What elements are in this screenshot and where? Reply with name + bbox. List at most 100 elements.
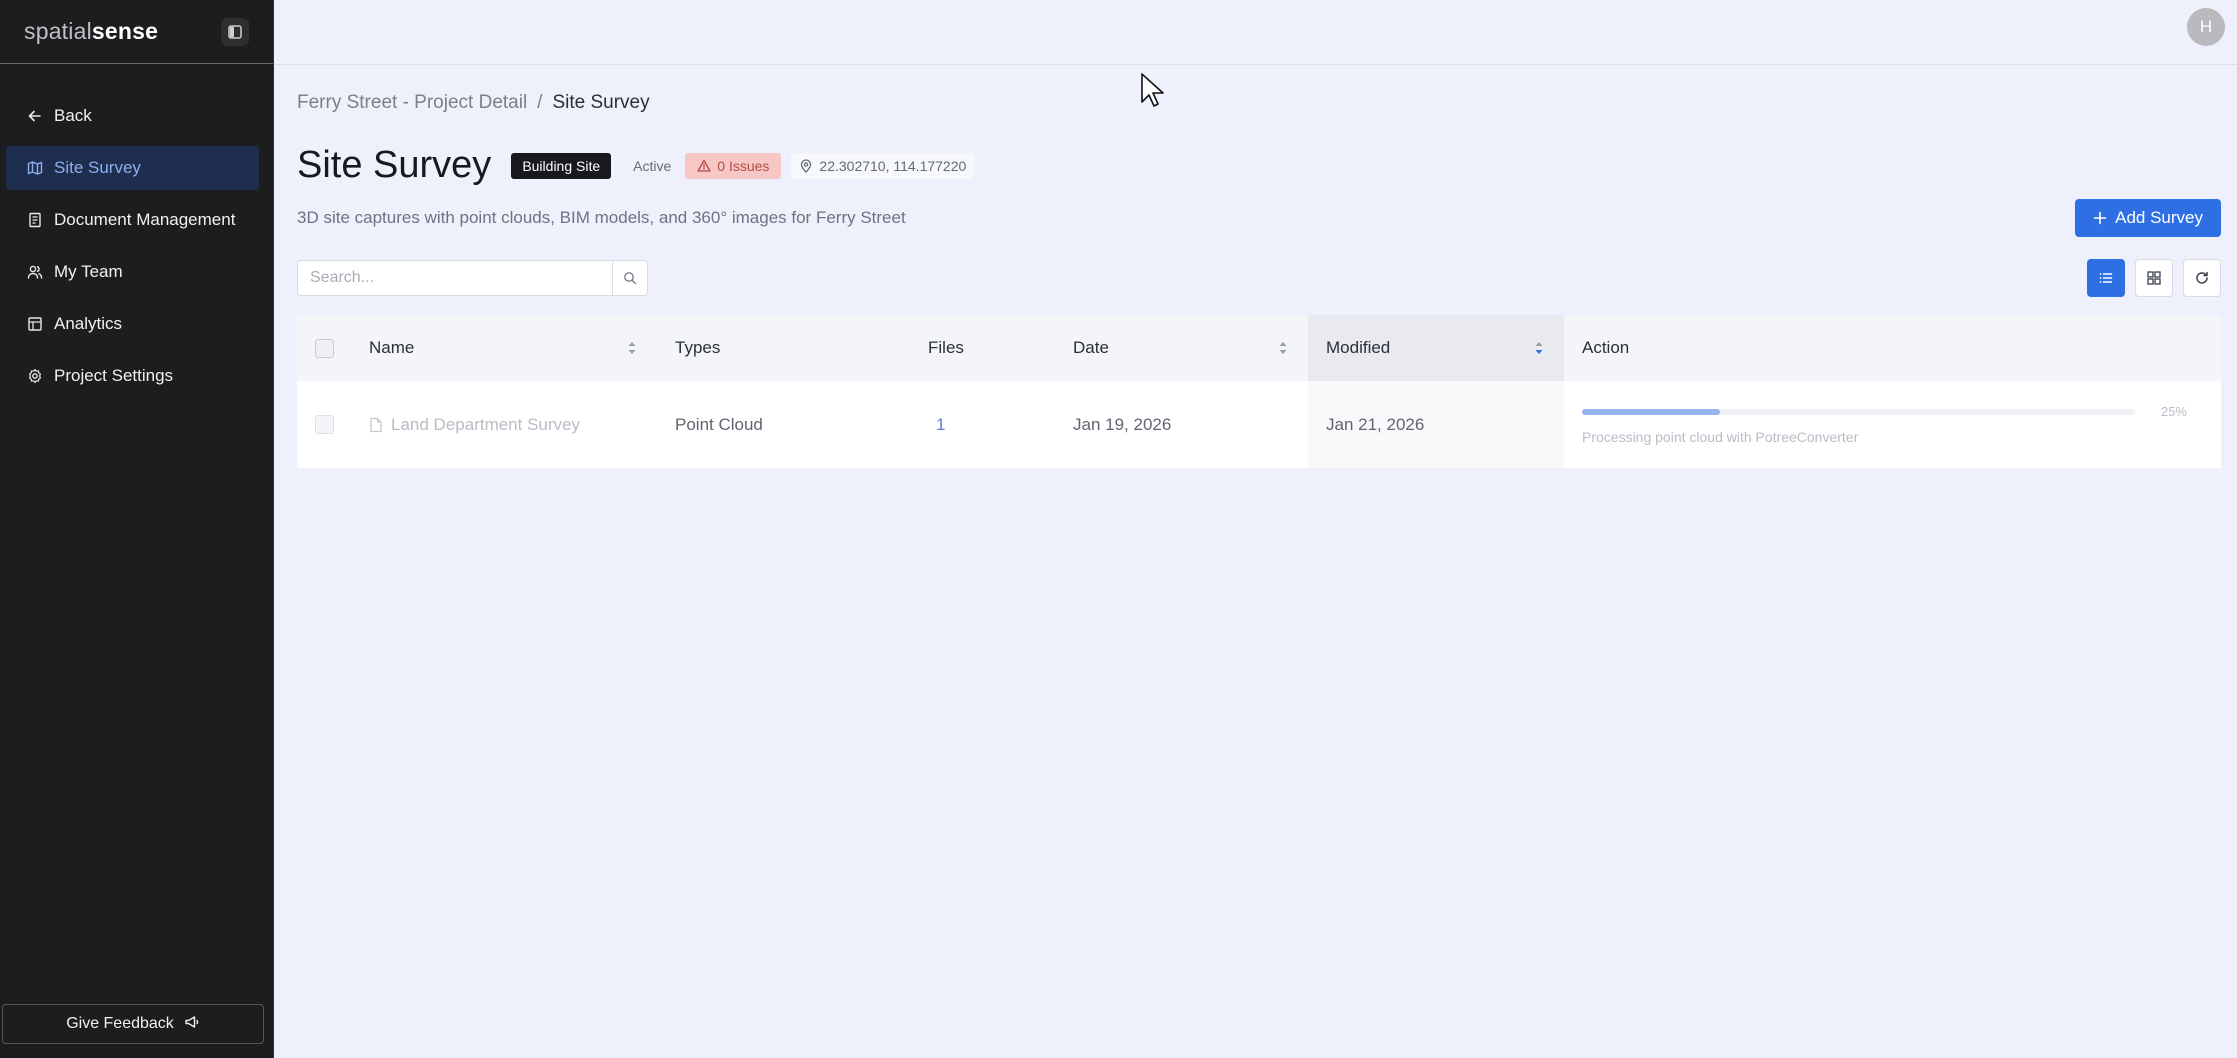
sidebar-item-document-management[interactable]: Document Management xyxy=(6,198,259,242)
sidebar-item-label: Analytics xyxy=(54,314,123,333)
search-input[interactable] xyxy=(297,260,612,296)
survey-date: Jan 19, 2026 xyxy=(1073,414,1172,434)
survey-type: Point Cloud xyxy=(675,414,763,434)
status-badge: Active xyxy=(633,157,672,174)
sort-desc-icon xyxy=(1534,340,1544,356)
sidebar-item-label: My Team xyxy=(54,262,123,281)
refresh-icon xyxy=(2196,271,2208,284)
table-header: Name Types Files Date Modified Action xyxy=(297,315,2221,381)
feedback-label: Give Feedback xyxy=(66,1015,174,1032)
progress-percent: 25% xyxy=(2160,404,2187,419)
survey-name[interactable]: Land Department Survey xyxy=(391,415,580,435)
processing-status: 25% Processing point cloud with PotreeCo… xyxy=(1582,404,2221,445)
modified-date: Jan 21, 2026 xyxy=(1326,414,1425,434)
sidebar-item-my-team[interactable]: My Team xyxy=(6,250,259,294)
page-title: Site Survey xyxy=(297,144,492,186)
title-row: Site Survey Building Site Active 0 Issue… xyxy=(297,144,2221,187)
column-header-files: Files xyxy=(910,315,1055,381)
modified-cell: Jan 21, 2026 xyxy=(1308,381,1564,468)
megaphone-icon xyxy=(184,1014,200,1035)
sidebar-collapse-button[interactable] xyxy=(221,17,249,46)
sidebar: spatialsense Back Site Survey Document M… xyxy=(0,0,274,1058)
analytics-icon xyxy=(26,315,44,333)
list-view-button[interactable] xyxy=(2087,259,2125,297)
progress-bar xyxy=(1582,408,2135,415)
search-icon xyxy=(624,272,637,285)
refresh-button[interactable] xyxy=(2183,259,2221,297)
column-header-name[interactable]: Name xyxy=(352,315,657,381)
breadcrumb-separator: / xyxy=(537,92,543,113)
main-content: Ferry Street - Project Detail / Site Sur… xyxy=(297,64,2221,468)
sidebar-item-analytics[interactable]: Analytics xyxy=(6,302,259,346)
view-toggle-group xyxy=(2087,259,2221,297)
sidebar-toggle-icon xyxy=(228,24,242,39)
file-icon xyxy=(370,417,382,432)
gear-icon xyxy=(26,367,44,385)
column-label: Modified xyxy=(1326,338,1391,357)
site-type-tag: Building Site xyxy=(511,152,612,179)
issues-count: 0 Issues xyxy=(717,157,770,174)
column-header-modified[interactable]: Modified xyxy=(1308,315,1564,381)
date-cell: Jan 19, 2026 xyxy=(1055,381,1308,468)
logo-bold-text: sense xyxy=(91,18,159,44)
map-icon xyxy=(26,159,44,177)
sidebar-item-label: Document Management xyxy=(54,210,236,229)
grid-view-button[interactable] xyxy=(2135,259,2173,297)
progress-row: 25% xyxy=(1582,404,2187,419)
sort-icon xyxy=(627,340,637,356)
top-bar: H xyxy=(274,0,2237,65)
types-cell: Point Cloud xyxy=(657,381,910,468)
sidebar-nav: Back Site Survey Document Management My … xyxy=(0,64,273,398)
issues-badge[interactable]: 0 Issues xyxy=(685,152,782,179)
brand-header: spatialsense xyxy=(0,0,273,64)
row-checkbox[interactable] xyxy=(315,415,334,434)
page-subtitle: 3D site captures with point clouds, BIM … xyxy=(297,208,906,227)
column-label: Files xyxy=(928,338,964,357)
action-cell: 25% Processing point cloud with PotreeCo… xyxy=(1564,381,2221,468)
plus-icon xyxy=(2093,211,2107,225)
sidebar-item-label: Project Settings xyxy=(54,366,174,385)
column-label: Action xyxy=(1582,338,1630,357)
logo[interactable]: spatialsense xyxy=(24,18,158,45)
coordinates-badge: 22.302710, 114.177220 xyxy=(791,152,975,179)
location-pin-icon xyxy=(801,158,812,173)
warning-icon xyxy=(697,159,711,172)
add-survey-label: Add Survey xyxy=(2115,208,2203,227)
column-label: Date xyxy=(1073,338,1109,357)
column-header-types: Types xyxy=(657,315,910,381)
search-group xyxy=(297,260,648,296)
breadcrumb: Ferry Street - Project Detail / Site Sur… xyxy=(297,92,2221,114)
progress-note: Processing point cloud with PotreeConver… xyxy=(1582,429,1859,445)
row-checkbox-cell xyxy=(297,381,352,468)
column-label: Name xyxy=(369,338,415,357)
coordinates-text: 22.302710, 114.177220 xyxy=(819,157,967,174)
name-cell: Land Department Survey xyxy=(352,381,657,468)
column-header-action: Action xyxy=(1564,315,2221,381)
sidebar-item-back[interactable]: Back xyxy=(6,94,259,138)
column-header-date[interactable]: Date xyxy=(1055,315,1308,381)
name-wrap: Land Department Survey xyxy=(369,415,580,435)
files-cell: 1 xyxy=(910,381,1055,468)
sort-icon xyxy=(1278,340,1288,356)
table-row[interactable]: Land Department Survey Point Cloud 1 Jan… xyxy=(297,381,2221,468)
select-all-checkbox[interactable] xyxy=(315,338,334,358)
sidebar-item-label: Site Survey xyxy=(54,158,141,177)
add-survey-button[interactable]: Add Survey xyxy=(2075,199,2221,237)
survey-table: Name Types Files Date Modified Action La… xyxy=(297,315,2221,468)
breadcrumb-current: Site Survey xyxy=(552,92,650,113)
sidebar-item-site-survey[interactable]: Site Survey xyxy=(6,146,259,190)
toolbar xyxy=(297,259,2221,297)
avatar[interactable]: H xyxy=(2187,8,2225,46)
search-button[interactable] xyxy=(612,260,648,296)
arrow-left-icon xyxy=(26,107,44,125)
sidebar-item-label: Back xyxy=(54,106,92,125)
give-feedback-button[interactable]: Give Feedback xyxy=(2,1004,264,1044)
logo-light-text: spatial xyxy=(24,18,92,44)
sidebar-item-project-settings[interactable]: Project Settings xyxy=(6,354,259,398)
breadcrumb-parent-link[interactable]: Ferry Street - Project Detail xyxy=(297,92,527,114)
document-icon xyxy=(26,211,44,229)
list-icon xyxy=(2099,273,2113,283)
grid-icon xyxy=(2147,271,2161,285)
header-checkbox-cell xyxy=(297,315,352,381)
files-count-link[interactable]: 1 xyxy=(928,415,945,435)
